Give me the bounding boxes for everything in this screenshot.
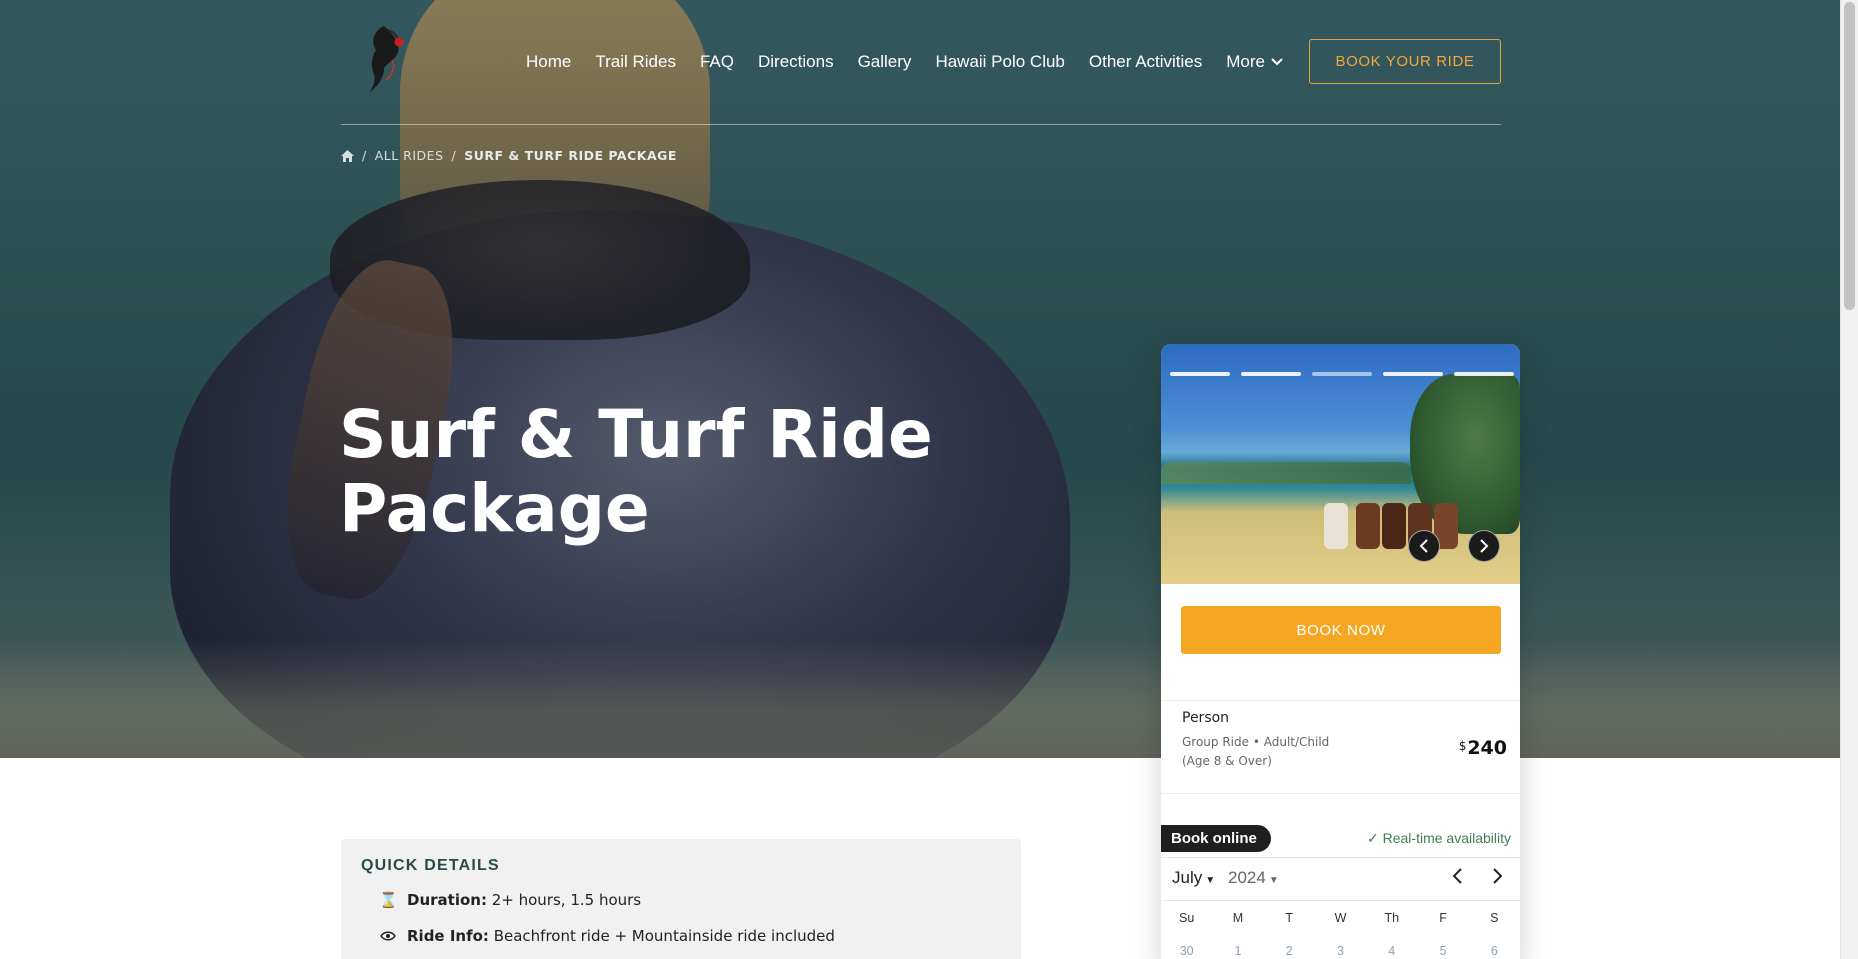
price-option-description: Group Ride • Adult/Child (Age 8 & Over) [1182, 735, 1330, 768]
carousel-indicator[interactable] [1170, 372, 1230, 376]
duration-value: 2+ hours, 1.5 hours [491, 891, 642, 909]
carousel-indicator-active[interactable] [1312, 372, 1372, 376]
book-now-button[interactable]: BOOK NOW [1181, 606, 1501, 654]
carousel-indicators [1170, 372, 1514, 376]
nav-more-label: More [1226, 52, 1265, 71]
nav-divider [341, 124, 1501, 125]
page-scrollbar[interactable] [1840, 0, 1858, 959]
weekday-label: S [1490, 910, 1499, 925]
book-online-badge: Book online [1161, 825, 1271, 852]
year-value: 2024 [1228, 868, 1266, 887]
main-nav: Home Trail Rides FAQ Directions Gallery … [526, 52, 1283, 72]
ride-photo-carousel[interactable] [1161, 344, 1520, 584]
nav-gallery[interactable]: Gallery [858, 52, 912, 72]
chevron-down-icon [1271, 58, 1283, 66]
weekday-label: F [1439, 910, 1447, 925]
calendar-day[interactable]: 2 [1264, 944, 1315, 958]
calendar-day[interactable]: 1 [1212, 944, 1263, 958]
carousel-prev-button[interactable] [1408, 530, 1440, 562]
price-value: 240 [1467, 737, 1507, 759]
scrollbar-thumb[interactable] [1844, 2, 1855, 310]
month-value: July [1172, 868, 1203, 887]
hourglass-icon: ⌛ [379, 891, 398, 909]
breadcrumb-current: SURF & TURF RIDE PACKAGE [464, 148, 677, 163]
calendar-day[interactable]: 30 [1161, 944, 1212, 958]
carousel-indicator[interactable] [1241, 372, 1301, 376]
home-icon[interactable] [341, 149, 354, 162]
chevron-left-icon [1419, 539, 1428, 553]
realtime-availability: ✓ Real-time availability [1367, 830, 1511, 846]
site-logo[interactable] [362, 20, 414, 94]
weekday-label: Su [1178, 910, 1195, 925]
carousel-indicator[interactable] [1383, 372, 1443, 376]
weekday-label: M [1232, 910, 1244, 925]
breadcrumb-separator: / [451, 148, 457, 163]
calendar-weekdays: Su M T W Th F S [1161, 901, 1520, 934]
hero-overlay [0, 0, 1840, 758]
calendar-next-month-button[interactable] [1492, 866, 1504, 890]
breadcrumb-separator: / [362, 148, 367, 163]
nav-home[interactable]: Home [526, 52, 571, 72]
calendar-day[interactable]: 5 [1417, 944, 1468, 958]
nav-directions[interactable]: Directions [758, 52, 834, 72]
page-title: Surf & Turf Ride Package [339, 396, 933, 547]
ride-info-value: Beachfront ride + Mountainside ride incl… [493, 927, 835, 945]
price-option[interactable]: Person Group Ride • Adult/Child (Age 8 &… [1161, 700, 1520, 794]
weekday-label: T [1285, 910, 1294, 925]
breadcrumb-all-rides[interactable]: ALL RIDES [375, 148, 444, 163]
calendar-day[interactable]: 4 [1366, 944, 1417, 958]
quick-details-panel: QUICK DETAILS ⌛ Duration: 2+ hours, 1.5 … [341, 839, 1021, 959]
chevron-left-icon [1452, 868, 1462, 884]
eye-icon [379, 927, 397, 945]
calendar-day[interactable]: 6 [1469, 944, 1520, 958]
month-select[interactable]: July ▼ [1172, 868, 1215, 888]
booking-widget: BOOK NOW Person Group Ride • Adult/Child… [1161, 344, 1520, 959]
calendar-day[interactable]: 3 [1315, 944, 1366, 958]
calendar-prev-month-button[interactable] [1451, 866, 1463, 890]
caret-down-icon: ▼ [1268, 875, 1279, 886]
weekday-label: Th [1384, 910, 1400, 925]
carousel-indicator[interactable] [1454, 372, 1514, 376]
ride-info-label: Ride Info: [407, 927, 489, 945]
breadcrumb: / ALL RIDES / SURF & TURF RIDE PACKAGE [341, 148, 677, 163]
nav-more[interactable]: More [1226, 52, 1283, 72]
duration-detail: ⌛ Duration: 2+ hours, 1.5 hours [379, 891, 641, 909]
nav-hawaii-polo-club[interactable]: Hawaii Polo Club [935, 52, 1064, 72]
chevron-right-icon [1480, 539, 1489, 553]
carousel-photo-riders [1316, 469, 1466, 549]
price-currency: $ [1458, 739, 1467, 753]
quick-details-title: QUICK DETAILS [361, 857, 500, 874]
caret-down-icon: ▼ [1205, 875, 1216, 886]
price-amount: $240 [1459, 737, 1507, 759]
nav-other-activities[interactable]: Other Activities [1089, 52, 1202, 72]
year-select[interactable]: 2024 ▼ [1228, 868, 1279, 888]
carousel-next-button[interactable] [1468, 530, 1500, 562]
book-your-ride-button[interactable]: BOOK YOUR RIDE [1309, 39, 1501, 84]
hero-banner [0, 0, 1840, 758]
calendar-grid: Su M T W Th F S 30 1 2 3 4 5 6 [1161, 900, 1520, 959]
calendar-week: 30 1 2 3 4 5 6 [1161, 934, 1520, 959]
ride-info-detail: Ride Info: Beachfront ride + Mountainsid… [379, 927, 835, 945]
nav-trail-rides[interactable]: Trail Rides [595, 52, 676, 72]
duration-label: Duration: [407, 891, 487, 909]
chevron-right-icon [1493, 868, 1503, 884]
nav-faq[interactable]: FAQ [700, 52, 734, 72]
calendar-header: July ▼ 2024 ▼ [1161, 857, 1520, 899]
page: Home Trail Rides FAQ Directions Gallery … [0, 0, 1858, 959]
weekday-label: W [1334, 910, 1347, 925]
price-option-title: Person [1182, 710, 1230, 726]
